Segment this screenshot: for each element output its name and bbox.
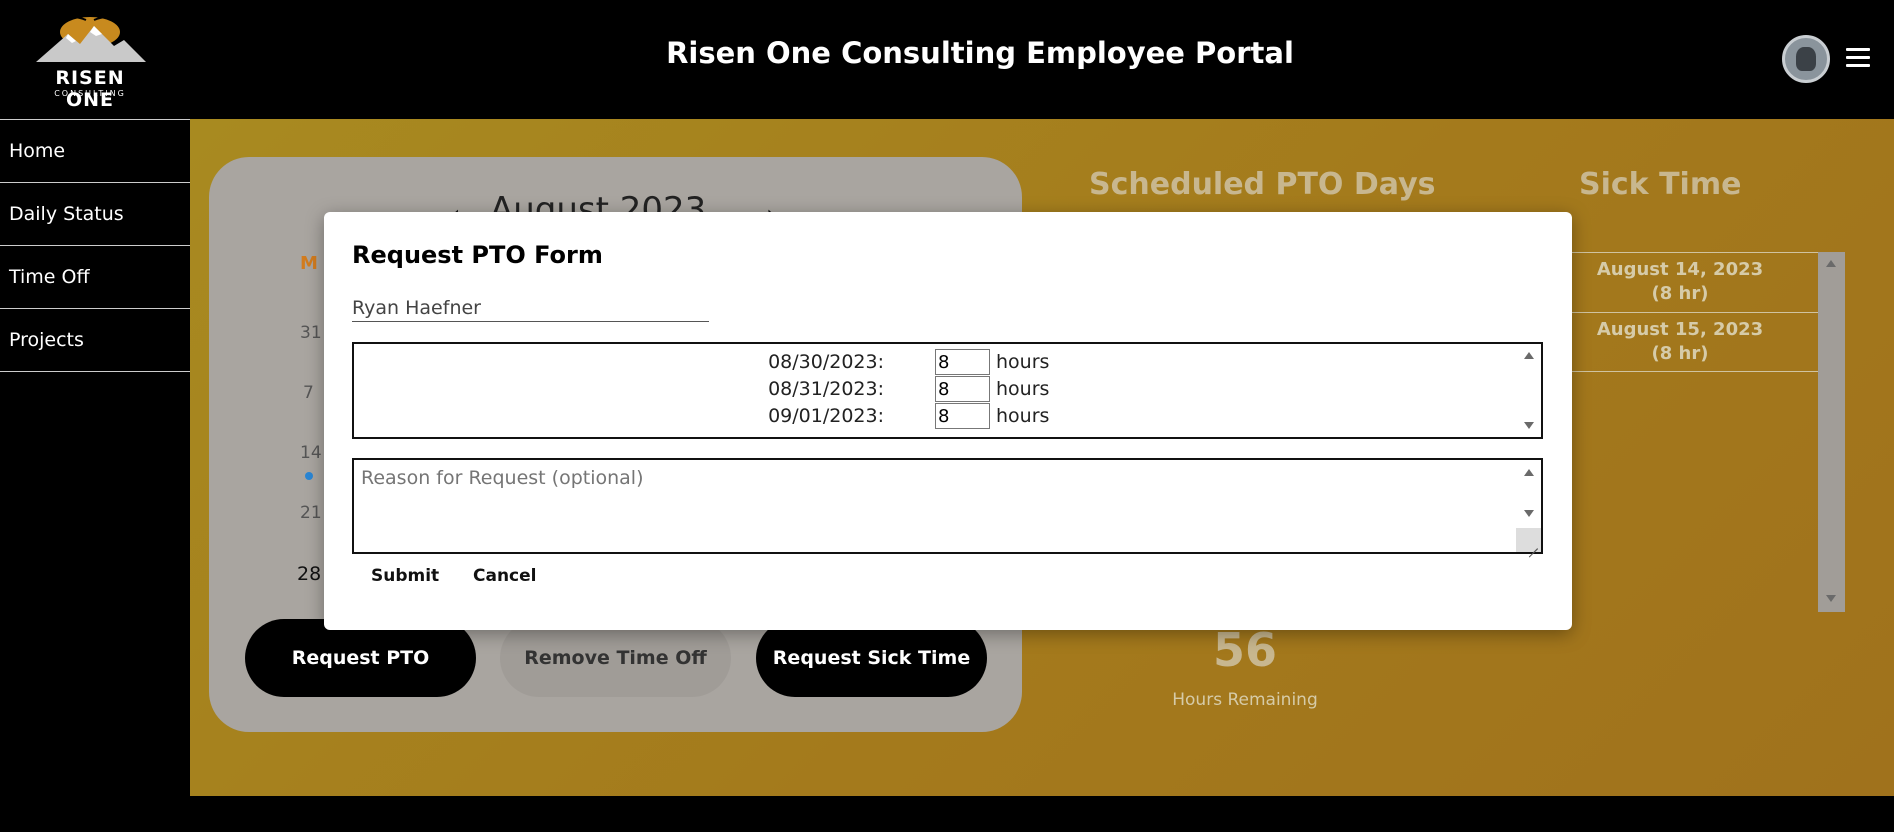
scroll-up-icon[interactable]: [1524, 352, 1534, 359]
pto-dates-list: 08/30/2023: hours 08/31/2023: hours 09/0…: [352, 342, 1543, 439]
scroll-up-icon[interactable]: [1524, 469, 1534, 476]
pto-hours-label: Hours Remaining: [1172, 690, 1318, 710]
pto-date-label: 08/31/2023:: [768, 378, 884, 400]
list-item: 08/30/2023: hours: [354, 349, 1514, 376]
scroll-down-icon[interactable]: [1524, 422, 1534, 429]
pto-hours-input[interactable]: [935, 403, 990, 429]
list-item: 09/01/2023: hours: [354, 403, 1514, 430]
pto-date-label: 08/30/2023:: [768, 351, 884, 373]
pto-hours-input[interactable]: [935, 376, 990, 402]
request-pto-modal: Request PTO Form Ryan Haefner 08/30/2023…: [324, 212, 1572, 630]
scroll-up-icon[interactable]: [1826, 260, 1836, 267]
calendar-day[interactable]: 21: [300, 503, 322, 523]
event-dot: [305, 472, 313, 480]
reason-textarea[interactable]: [352, 458, 1543, 554]
calendar-day[interactable]: 7: [303, 383, 314, 403]
calendar-day[interactable]: 28: [297, 563, 321, 585]
sick-hours: (8 hr): [1651, 283, 1709, 304]
list-item: 08/31/2023: hours: [354, 376, 1514, 403]
list-item: August 14, 2023 (8 hr): [1540, 258, 1820, 306]
request-pto-button[interactable]: Request PTO: [245, 619, 476, 697]
sidebar-item-time-off[interactable]: Time Off: [0, 246, 190, 309]
employee-name-field[interactable]: Ryan Haefner: [352, 297, 709, 322]
sick-time-list: August 14, 2023 (8 hr) August 15, 2023 (…: [1540, 252, 1845, 612]
request-sick-time-button[interactable]: Request Sick Time: [756, 619, 987, 697]
hours-unit-label: hours: [996, 351, 1050, 373]
hours-unit-label: hours: [996, 405, 1050, 427]
pto-date-label: 09/01/2023:: [768, 405, 884, 427]
list-item: August 15, 2023 (8 hr): [1540, 318, 1820, 366]
sick-date: August 14, 2023: [1596, 259, 1764, 280]
sidebar-nav: Home Daily Status Time Off Projects: [0, 119, 190, 832]
pto-hours-input[interactable]: [935, 349, 990, 375]
scroll-down-icon[interactable]: [1826, 595, 1836, 602]
pto-hours-remaining: 56: [1212, 623, 1277, 677]
sick-hours: (8 hr): [1651, 343, 1709, 364]
sidebar-item-projects[interactable]: Projects: [0, 309, 190, 372]
sick-list-scrollbar[interactable]: [1818, 252, 1845, 612]
submit-button[interactable]: Submit: [371, 566, 439, 586]
pto-section-title: Scheduled PTO Days: [1089, 167, 1436, 202]
hours-unit-label: hours: [996, 378, 1050, 400]
app-header: RISEN ONE CONSULTING Risen One Consultin…: [0, 0, 1894, 119]
sidebar-item-daily-status[interactable]: Daily Status: [0, 183, 190, 246]
sidebar-item-home[interactable]: Home: [0, 120, 190, 183]
page-title: Risen One Consulting Employee Portal: [666, 36, 1294, 70]
hamburger-menu-icon[interactable]: [1846, 48, 1870, 68]
weekday-label: M: [300, 253, 318, 274]
resize-handle-icon[interactable]: [1516, 528, 1541, 552]
footer-bar: [0, 796, 1894, 832]
sick-section-title: Sick Time: [1579, 167, 1742, 202]
calendar-day[interactable]: 14: [300, 443, 322, 463]
scroll-down-icon[interactable]: [1524, 510, 1534, 517]
logo-subtext: CONSULTING: [54, 89, 126, 98]
cancel-button[interactable]: Cancel: [473, 566, 536, 586]
remove-time-off-button[interactable]: Remove Time Off: [500, 619, 731, 697]
sick-date: August 15, 2023: [1596, 319, 1764, 340]
modal-title: Request PTO Form: [352, 241, 603, 269]
dates-scrollbar[interactable]: [1516, 344, 1541, 437]
user-avatar-icon[interactable]: [1782, 35, 1830, 83]
calendar-day[interactable]: 31: [300, 323, 322, 343]
